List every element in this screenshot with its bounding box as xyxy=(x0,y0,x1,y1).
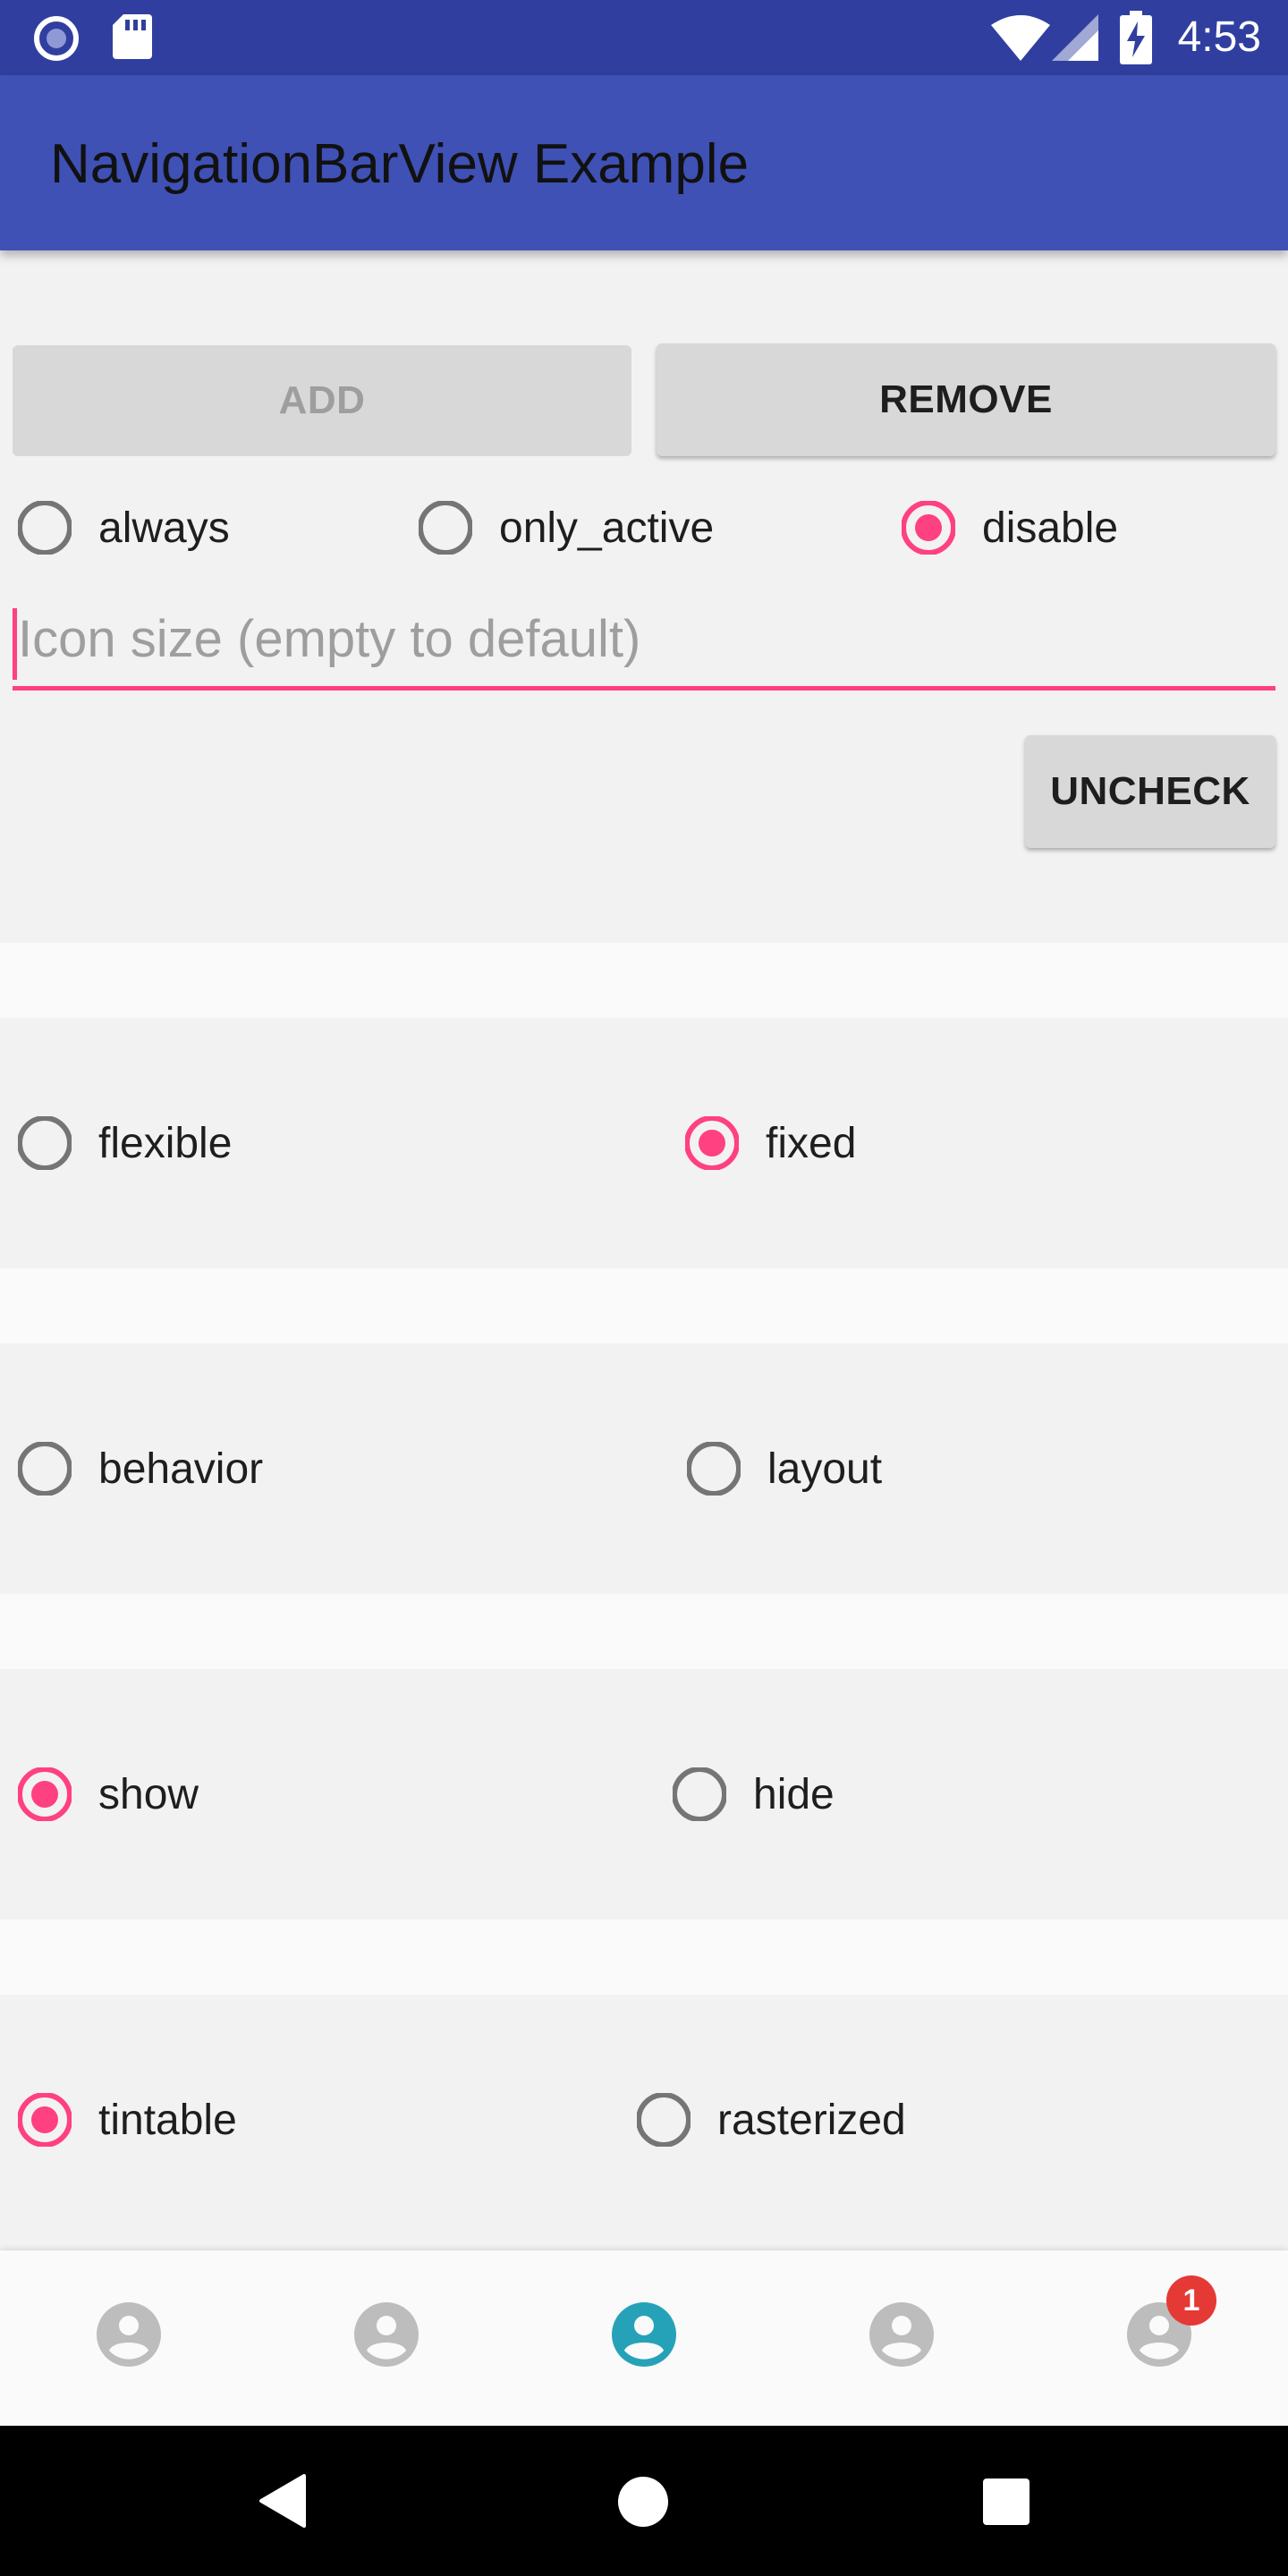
radio-label: flexible xyxy=(98,1119,233,1167)
radio-unchecked-icon xyxy=(419,501,472,555)
radio-checked-icon xyxy=(685,1116,739,1170)
account-circle-icon xyxy=(612,2302,676,2367)
app-title: NavigationBarView Example xyxy=(50,133,750,195)
radio-fixed[interactable]: fixed xyxy=(685,1107,856,1179)
radio-label: show xyxy=(98,1770,199,1818)
radio-unchecked-icon xyxy=(637,2093,691,2147)
bottom-navigation: 1 xyxy=(0,2250,1288,2426)
radio-show[interactable]: show xyxy=(18,1758,199,1830)
remove-button[interactable]: REMOVE xyxy=(657,343,1275,456)
app-bar: NavigationBarView Example xyxy=(0,75,1288,250)
radio-tintable[interactable]: tintable xyxy=(18,2084,237,2156)
section-divider xyxy=(0,1919,1288,1995)
bottom-nav-item-5[interactable]: 1 xyxy=(1127,2275,1216,2367)
icon-size-input[interactable] xyxy=(13,605,1275,691)
system-navigation-bar xyxy=(0,2426,1288,2576)
text-cursor xyxy=(13,608,17,680)
radio-rasterized[interactable]: rasterized xyxy=(637,2084,906,2156)
radio-label: rasterized xyxy=(717,2096,906,2144)
radio-unchecked-icon xyxy=(18,501,72,555)
radio-label: tintable xyxy=(98,2096,237,2144)
bottom-nav-item-1[interactable] xyxy=(97,2302,161,2367)
radio-label: fixed xyxy=(766,1119,857,1167)
radio-hide[interactable]: hide xyxy=(673,1758,835,1830)
radio-unchecked-icon xyxy=(18,1442,72,1496)
radio-label: behavior xyxy=(98,1445,264,1493)
sd-card-icon xyxy=(113,14,152,59)
home-icon[interactable] xyxy=(617,2476,669,2528)
add-button[interactable]: ADD xyxy=(13,345,631,456)
radio-checked-icon xyxy=(18,2093,72,2147)
section-divider xyxy=(0,1594,1288,1669)
radio-always[interactable]: always xyxy=(18,492,230,564)
radio-layout[interactable]: layout xyxy=(687,1433,882,1504)
radio-only-active[interactable]: only_active xyxy=(419,492,714,564)
cell-signal-icon xyxy=(1052,14,1098,61)
radio-label: layout xyxy=(767,1445,883,1493)
account-circle-icon xyxy=(869,2302,934,2367)
radio-disable[interactable]: disable xyxy=(902,492,1118,564)
radio-checked-icon xyxy=(902,501,955,555)
radio-label: always xyxy=(98,504,230,552)
bottom-nav-item-4[interactable] xyxy=(869,2302,934,2367)
status-time: 4:53 xyxy=(1177,13,1261,61)
section-divider xyxy=(0,1268,1288,1343)
status-bar: 4:53 xyxy=(0,0,1288,75)
account-circle-icon xyxy=(97,2302,161,2367)
bottom-nav-item-2[interactable] xyxy=(354,2302,419,2367)
radio-label: disable xyxy=(982,504,1119,552)
section-divider xyxy=(0,943,1288,1018)
notification-badge: 1 xyxy=(1166,2275,1216,2326)
battery-charging-icon xyxy=(1120,11,1152,64)
recents-icon[interactable] xyxy=(982,2478,1030,2526)
radio-unchecked-icon xyxy=(18,1116,72,1170)
radio-behavior[interactable]: behavior xyxy=(18,1433,263,1504)
radio-label: only_active xyxy=(499,504,715,552)
radio-checked-icon xyxy=(18,1767,72,1821)
wifi-icon xyxy=(991,15,1050,61)
radio-unchecked-icon xyxy=(673,1767,726,1821)
app-circle-icon xyxy=(34,16,79,61)
radio-unchecked-icon xyxy=(687,1442,741,1496)
bottom-nav-item-3[interactable] xyxy=(612,2302,676,2367)
radio-flexible[interactable]: flexible xyxy=(18,1107,232,1179)
uncheck-button[interactable]: UNCHECK xyxy=(1025,735,1275,848)
account-circle-icon xyxy=(354,2302,419,2367)
radio-label: hide xyxy=(753,1770,835,1818)
back-icon[interactable] xyxy=(258,2474,306,2528)
